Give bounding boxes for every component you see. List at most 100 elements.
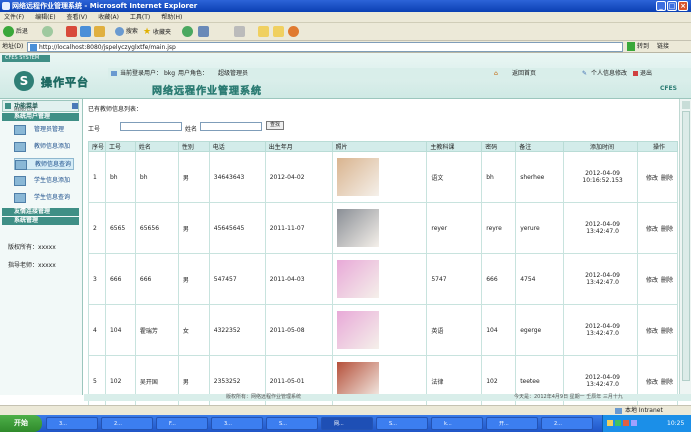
search-name-input[interactable] (200, 122, 262, 131)
col-header: 工号 (104, 141, 136, 152)
forward-button[interactable] (42, 26, 53, 38)
sidebar-item-admin[interactable]: 管理员管理 (14, 124, 74, 136)
profile-link[interactable]: 个人信息修改 (591, 68, 627, 79)
menu-tools[interactable]: 工具(T) (130, 14, 150, 21)
star-icon: ★ (143, 27, 152, 37)
taskbar-item[interactable]: 2... (101, 417, 153, 430)
clock: 10:25 (667, 420, 685, 427)
toolbar: 后退 搜索 ★ 收藏夹 (0, 23, 691, 41)
logout-link[interactable]: 退出 (640, 68, 652, 79)
edit-link[interactable]: 修改 (646, 277, 658, 284)
col-header: 密码 (481, 141, 517, 152)
cell-time: 2012-04-09 10:16:52.153 (563, 151, 638, 203)
cell-time: 2012-04-09 13:42:47.0 (563, 253, 638, 305)
table-row: 4 104 霍瑞芳女 4322352 2011-05-08 英语 104 egerge 2012… (88, 304, 678, 356)
delete-link[interactable]: 删除 (661, 379, 673, 386)
sidebar-item-student-add[interactable]: 学生信息添加 (14, 175, 74, 187)
print-button[interactable] (234, 26, 245, 38)
address-input[interactable]: http://localhost:8080/jspelyczyglxtfe/ma… (27, 42, 623, 52)
search-id-input[interactable] (120, 122, 182, 131)
taskbar-item[interactable]: F... (156, 417, 208, 430)
sidebar-item-teacher-add[interactable]: 教师信息添加 (14, 141, 74, 153)
folder2-button[interactable] (273, 26, 284, 38)
home-link[interactable]: 返回首页 (512, 68, 536, 79)
menu-help[interactable]: 帮助(H) (161, 14, 182, 21)
messenger-icon (288, 26, 299, 37)
start-button[interactable]: 开始 (0, 415, 42, 432)
back-button[interactable]: 后退 (3, 26, 28, 38)
menu-view[interactable]: 查看(V) (66, 14, 87, 21)
home-button[interactable] (94, 26, 105, 38)
section-system-management[interactable]: 系统管理 (2, 217, 79, 225)
tray-icon[interactable] (623, 420, 629, 426)
teacher-photo (336, 209, 379, 247)
refresh-icon (80, 26, 91, 37)
close-button[interactable]: × (678, 1, 688, 11)
media-button[interactable] (182, 26, 193, 38)
stop-button[interactable] (66, 26, 77, 38)
home-link-icon: ⌂ (494, 70, 498, 77)
taskbar-item[interactable]: 开... (486, 417, 538, 430)
cell-birth: 2011-05-08 (264, 304, 333, 356)
sidebar: 功能菜单 MENU LIST 系统用户管理 管理员管理 教师信息添加 教师信息查… (0, 99, 83, 395)
refresh-button[interactable] (80, 26, 91, 38)
search-button[interactable]: 搜索 (115, 26, 138, 38)
edit-link[interactable]: 修改 (646, 175, 658, 182)
student-add-icon (14, 176, 26, 186)
minimize-button[interactable]: _ (656, 1, 666, 11)
menu-favorites[interactable]: 收藏(A) (98, 14, 119, 21)
tray-icon[interactable] (607, 420, 613, 426)
delete-link[interactable]: 删除 (661, 277, 673, 284)
folder-button[interactable] (258, 26, 269, 38)
print-icon (234, 26, 245, 37)
go-button[interactable]: 转到 (637, 41, 649, 52)
page-scrollbar[interactable] (679, 99, 691, 395)
section-links-management[interactable]: 友情连接管理 (2, 208, 79, 216)
edit-link[interactable]: 修改 (646, 226, 658, 233)
cell-no: 3 (88, 253, 106, 305)
footer-date: 今天是：2012年4月9日 星期一 壬辰年 三月十九 (514, 394, 623, 400)
taskbar-item[interactable]: S... (376, 417, 428, 430)
window-title: 网络远程作业管理系统 - Microsoft Internet Explorer (12, 2, 198, 10)
table-row: 3 666 666 男 547457 2011-04-03 5747 666 4754 2012-… (88, 253, 678, 305)
mail-button[interactable] (198, 26, 209, 38)
menu-file[interactable]: 文件(F) (4, 14, 24, 21)
taskbar-item[interactable]: 网... (321, 417, 373, 430)
footer-copyright: 版权所有：网络远程作业管理系统 (226, 394, 302, 400)
tray-icon[interactable] (615, 420, 621, 426)
edit-link[interactable]: 修改 (646, 328, 658, 335)
maximize-button[interactable]: □ (667, 1, 677, 11)
links-button[interactable]: 链接 (657, 41, 669, 52)
tray-icon[interactable] (631, 420, 637, 426)
profile-icon: ✎ (582, 70, 588, 77)
col-header: 姓名 (134, 141, 179, 152)
sidebar-item-teacher-query[interactable]: 教师信息查询 (14, 158, 74, 170)
status-bar: 本地 Intranet (0, 405, 691, 415)
scroll-up-icon[interactable] (682, 101, 690, 109)
taskbar-item[interactable]: k... (431, 417, 483, 430)
collapse-icon[interactable] (72, 103, 78, 109)
cell-photo (331, 151, 428, 203)
cell-phone: 547457 (208, 253, 266, 305)
favorites-button[interactable]: ★ 收藏夹 (143, 26, 171, 38)
search-button[interactable]: 查找 (266, 121, 284, 130)
cell-pwd: 666 (481, 253, 517, 305)
teacher-photo (336, 311, 379, 349)
delete-link[interactable]: 删除 (661, 328, 673, 335)
menu-edit[interactable]: 编辑(E) (35, 14, 55, 21)
role: 超级管理员 (218, 70, 249, 77)
scroll-thumb[interactable] (682, 111, 690, 381)
col-header: 序号 (88, 141, 106, 152)
section-user-management[interactable]: 系统用户管理 (2, 113, 79, 121)
taskbar-item[interactable]: 3... (211, 417, 263, 430)
edit-link[interactable]: 修改 (646, 379, 658, 386)
taskbar-item[interactable]: S... (266, 417, 318, 430)
taskbar-item[interactable]: 2... (541, 417, 593, 430)
delete-link[interactable]: 删除 (661, 226, 673, 233)
delete-link[interactable]: 删除 (661, 175, 673, 182)
cell-note: yerure (515, 202, 565, 254)
messenger-button[interactable] (288, 26, 299, 38)
cell-time: 2012-04-09 13:42:47.0 (563, 202, 638, 254)
taskbar-item[interactable]: 3... (46, 417, 98, 430)
sidebar-item-student-query[interactable]: 学生信息查询 (14, 192, 74, 204)
